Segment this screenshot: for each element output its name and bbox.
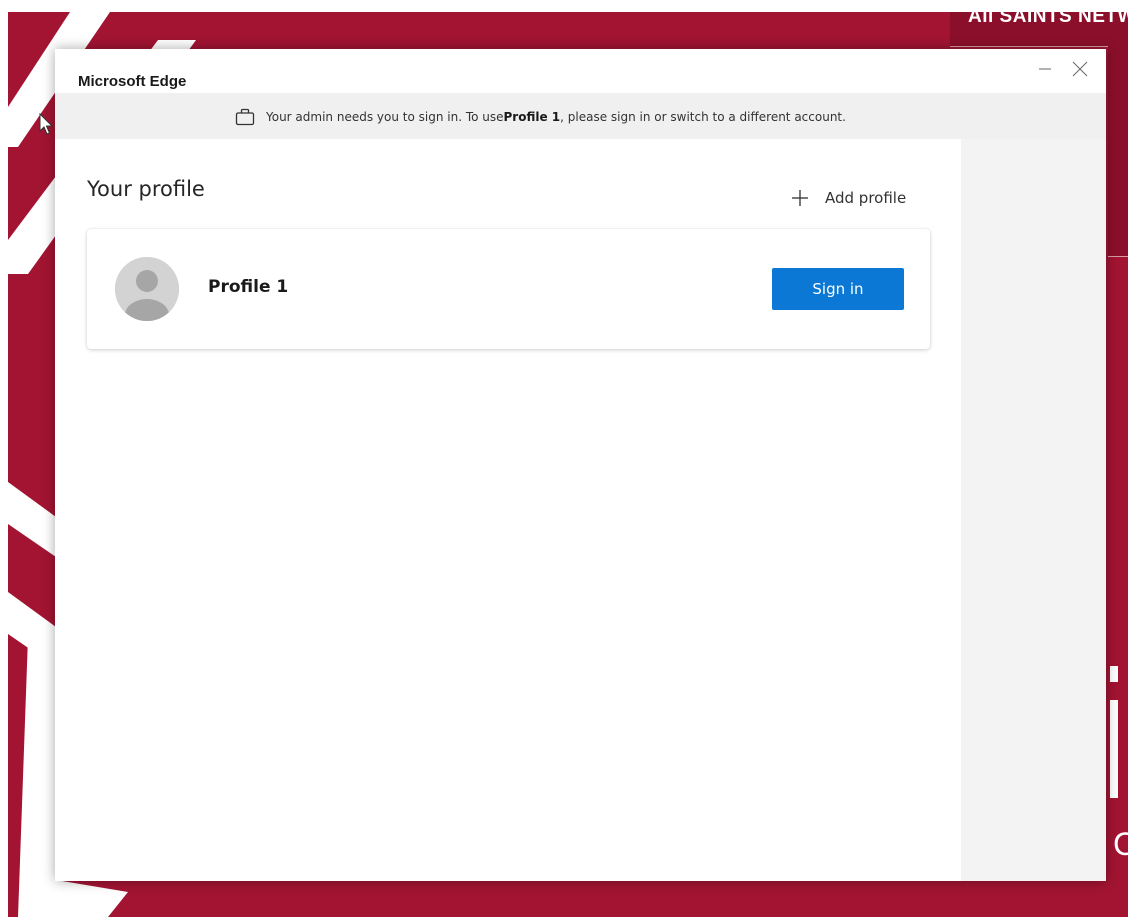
edge-profile-dialog: Microsoft Edge Your admin needs you to s… bbox=[55, 49, 1106, 881]
notice-profile-name: Profile 1 bbox=[503, 110, 561, 124]
your-profile-heading: Your profile bbox=[87, 177, 205, 201]
admin-notice-bar: Your admin needs you to sign in. To use … bbox=[55, 93, 1106, 139]
background-letter-bar bbox=[1110, 700, 1118, 798]
close-icon bbox=[1072, 61, 1088, 77]
background-site-header: All SAINTS NETWORK bbox=[950, 12, 1128, 47]
side-panel bbox=[961, 139, 1106, 881]
avatar bbox=[115, 257, 179, 321]
background-header-text: All SAINTS NETWORK bbox=[968, 12, 1128, 27]
background-letter-dot bbox=[1110, 666, 1118, 682]
default-avatar-icon bbox=[115, 257, 179, 321]
background-partial-letter: C bbox=[1113, 826, 1128, 862]
plus-icon bbox=[792, 190, 808, 206]
notice-text-after: , please sign in or switch to a differen… bbox=[560, 110, 846, 124]
mouse-pointer-icon bbox=[39, 113, 54, 135]
profile-name: Profile 1 bbox=[208, 277, 289, 297]
minimize-button[interactable] bbox=[1031, 55, 1059, 83]
close-button[interactable] bbox=[1066, 55, 1094, 83]
minimize-icon bbox=[1039, 68, 1051, 70]
add-profile-label: Add profile bbox=[825, 189, 907, 207]
sign-in-button[interactable]: Sign in bbox=[772, 268, 904, 310]
title-bar: Microsoft Edge bbox=[55, 49, 1106, 93]
admin-notice-message: Your admin needs you to sign in. To use … bbox=[235, 107, 846, 127]
briefcase-icon bbox=[235, 108, 255, 126]
notice-text-before: Your admin needs you to sign in. To use bbox=[266, 110, 504, 124]
background-band bbox=[1108, 46, 1128, 257]
add-profile-button[interactable]: Add profile bbox=[791, 189, 906, 207]
app-title: Microsoft Edge bbox=[78, 73, 187, 90]
profile-card: Profile 1 Sign in bbox=[87, 229, 930, 349]
